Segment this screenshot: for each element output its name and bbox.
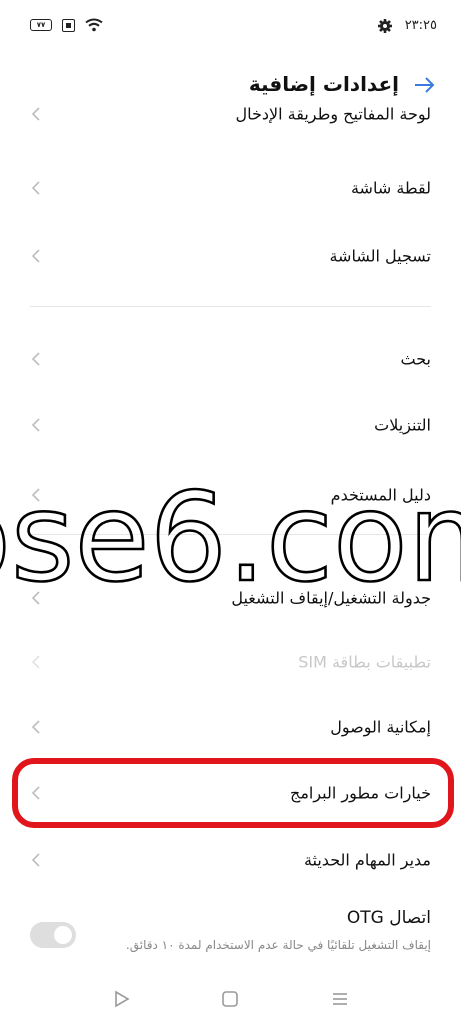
otg-title: اتصال OTG bbox=[346, 908, 431, 928]
list-item-label: لقطة شاشة bbox=[350, 178, 431, 198]
nav-bar bbox=[0, 976, 461, 1024]
menu-nav-icon[interactable] bbox=[329, 988, 351, 1010]
section-divider bbox=[30, 306, 431, 307]
list-item-keyboard[interactable]: لوحة المفاتيح وطريقة الإدخال bbox=[0, 94, 461, 134]
list-item-label: خيارات مطور البرامج bbox=[289, 783, 431, 803]
otg-subtitle: إيقاف التشغيل تلقائيًا في حالة عدم الاست… bbox=[125, 938, 431, 952]
list-item-developer-options[interactable]: خيارات مطور البرامج bbox=[0, 763, 461, 823]
list-item-screenshot[interactable]: لقطة شاشة bbox=[0, 158, 461, 218]
gear-icon bbox=[378, 19, 392, 33]
list-item-label: التنزيلات bbox=[374, 415, 431, 435]
chevron-left-icon bbox=[31, 181, 40, 195]
list-item-label: إمكانية الوصول bbox=[330, 717, 431, 737]
list-item-sim-apps: تطبيقات بطاقة SIM bbox=[0, 632, 461, 692]
list-item-recent-task-manager[interactable]: مدير المهام الحديثة bbox=[0, 830, 461, 890]
chevron-left-icon bbox=[31, 418, 40, 432]
wifi-icon bbox=[85, 18, 103, 32]
list-item-label: تسجيل الشاشة bbox=[329, 246, 431, 266]
chevron-left-icon bbox=[31, 352, 40, 366]
chevron-left-icon bbox=[31, 720, 40, 734]
list-item-search[interactable]: بحث bbox=[0, 329, 461, 389]
list-item-label: بحث bbox=[400, 349, 432, 369]
chevron-left-icon bbox=[31, 786, 40, 800]
status-icons: ٧٧ bbox=[30, 18, 103, 32]
list-item-label: مدير المهام الحديثة bbox=[303, 850, 431, 870]
back-nav-icon[interactable] bbox=[110, 988, 132, 1010]
page-title: إعدادات إضافية bbox=[248, 72, 399, 96]
chevron-left-icon bbox=[31, 107, 40, 121]
back-arrow-icon[interactable] bbox=[413, 74, 435, 96]
otg-setting: اتصال OTG إيقاف التشغيل تلقائيًا في حالة… bbox=[0, 900, 461, 970]
home-nav-icon[interactable] bbox=[219, 988, 241, 1010]
chevron-left-icon bbox=[31, 249, 40, 263]
battery-icon: ٧٧ bbox=[30, 19, 52, 31]
list-item-label: لوحة المفاتيح وطريقة الإدخال bbox=[235, 104, 431, 124]
chevron-left-icon bbox=[31, 655, 40, 669]
sim-icon bbox=[62, 18, 75, 32]
watermark: bse6.com bbox=[0, 466, 461, 611]
list-item-label: تطبيقات بطاقة SIM bbox=[298, 652, 431, 672]
status-bar: ٧٧ ٢٣:٢٥ bbox=[0, 0, 461, 56]
status-time: ٢٣:٢٥ bbox=[404, 18, 437, 33]
list-item-accessibility[interactable]: إمكانية الوصول bbox=[0, 697, 461, 757]
chevron-left-icon bbox=[31, 853, 40, 867]
watermark-text: bse6.com bbox=[0, 467, 461, 609]
otg-toggle[interactable] bbox=[30, 922, 76, 948]
list-item-screen-recording[interactable]: تسجيل الشاشة bbox=[0, 226, 461, 286]
